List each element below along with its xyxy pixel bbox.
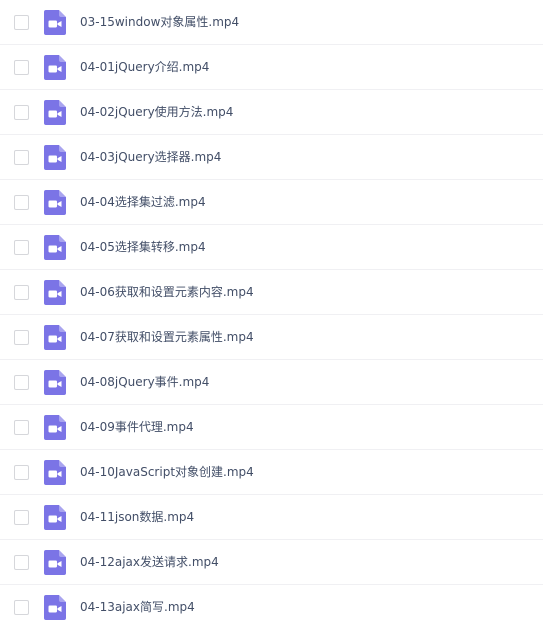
- video-file-icon[interactable]: [44, 145, 66, 170]
- video-file-icon[interactable]: [44, 55, 66, 80]
- video-file-icon[interactable]: [44, 460, 66, 485]
- file-name[interactable]: 04-03jQuery选择器.mp4: [80, 148, 221, 167]
- video-file-icon[interactable]: [44, 505, 66, 530]
- row-checkbox[interactable]: [14, 15, 29, 30]
- video-file-icon[interactable]: [44, 595, 66, 620]
- row-checkbox[interactable]: [14, 105, 29, 120]
- video-file-icon[interactable]: [44, 190, 66, 215]
- row-checkbox[interactable]: [14, 375, 29, 390]
- row-checkbox[interactable]: [14, 510, 29, 525]
- file-name[interactable]: 04-02jQuery使用方法.mp4: [80, 103, 233, 122]
- video-file-icon[interactable]: [44, 550, 66, 575]
- file-row[interactable]: 04-13ajax简写.mp4: [0, 585, 543, 628]
- row-checkbox[interactable]: [14, 555, 29, 570]
- file-list: 03-15window对象属性.mp4 04-01jQuery介绍.mp4 04…: [0, 0, 543, 628]
- file-name[interactable]: 04-09事件代理.mp4: [80, 418, 194, 437]
- file-row[interactable]: 04-03jQuery选择器.mp4: [0, 135, 543, 180]
- file-name[interactable]: 03-15window对象属性.mp4: [80, 13, 239, 32]
- file-name[interactable]: 04-12ajax发送请求.mp4: [80, 553, 219, 572]
- file-name[interactable]: 04-10JavaScript对象创建.mp4: [80, 463, 254, 482]
- video-file-icon[interactable]: [44, 235, 66, 260]
- file-row[interactable]: 04-09事件代理.mp4: [0, 405, 543, 450]
- video-file-icon[interactable]: [44, 280, 66, 305]
- file-name[interactable]: 04-11json数据.mp4: [80, 508, 194, 527]
- row-checkbox[interactable]: [14, 60, 29, 75]
- file-row[interactable]: 04-01jQuery介绍.mp4: [0, 45, 543, 90]
- file-row[interactable]: 04-02jQuery使用方法.mp4: [0, 90, 543, 135]
- row-checkbox[interactable]: [14, 420, 29, 435]
- file-row[interactable]: 04-08jQuery事件.mp4: [0, 360, 543, 405]
- video-file-icon[interactable]: [44, 415, 66, 440]
- row-checkbox[interactable]: [14, 150, 29, 165]
- file-row[interactable]: 04-04选择集过滤.mp4: [0, 180, 543, 225]
- video-file-icon[interactable]: [44, 325, 66, 350]
- row-checkbox[interactable]: [14, 195, 29, 210]
- row-checkbox[interactable]: [14, 600, 29, 615]
- file-row[interactable]: 04-12ajax发送请求.mp4: [0, 540, 543, 585]
- file-name[interactable]: 04-07获取和设置元素属性.mp4: [80, 328, 254, 347]
- video-file-icon[interactable]: [44, 100, 66, 125]
- row-checkbox[interactable]: [14, 240, 29, 255]
- row-checkbox[interactable]: [14, 465, 29, 480]
- file-name[interactable]: 04-04选择集过滤.mp4: [80, 193, 206, 212]
- file-name[interactable]: 04-08jQuery事件.mp4: [80, 373, 209, 392]
- file-row[interactable]: 04-11json数据.mp4: [0, 495, 543, 540]
- file-name[interactable]: 04-13ajax简写.mp4: [80, 598, 195, 617]
- file-row[interactable]: 03-15window对象属性.mp4: [0, 0, 543, 45]
- file-name[interactable]: 04-05选择集转移.mp4: [80, 238, 206, 257]
- video-file-icon[interactable]: [44, 10, 66, 35]
- file-name[interactable]: 04-01jQuery介绍.mp4: [80, 58, 209, 77]
- video-file-icon[interactable]: [44, 370, 66, 395]
- file-name[interactable]: 04-06获取和设置元素内容.mp4: [80, 283, 254, 302]
- file-row[interactable]: 04-10JavaScript对象创建.mp4: [0, 450, 543, 495]
- row-checkbox[interactable]: [14, 330, 29, 345]
- row-checkbox[interactable]: [14, 285, 29, 300]
- file-row[interactable]: 04-06获取和设置元素内容.mp4: [0, 270, 543, 315]
- file-row[interactable]: 04-07获取和设置元素属性.mp4: [0, 315, 543, 360]
- file-row[interactable]: 04-05选择集转移.mp4: [0, 225, 543, 270]
